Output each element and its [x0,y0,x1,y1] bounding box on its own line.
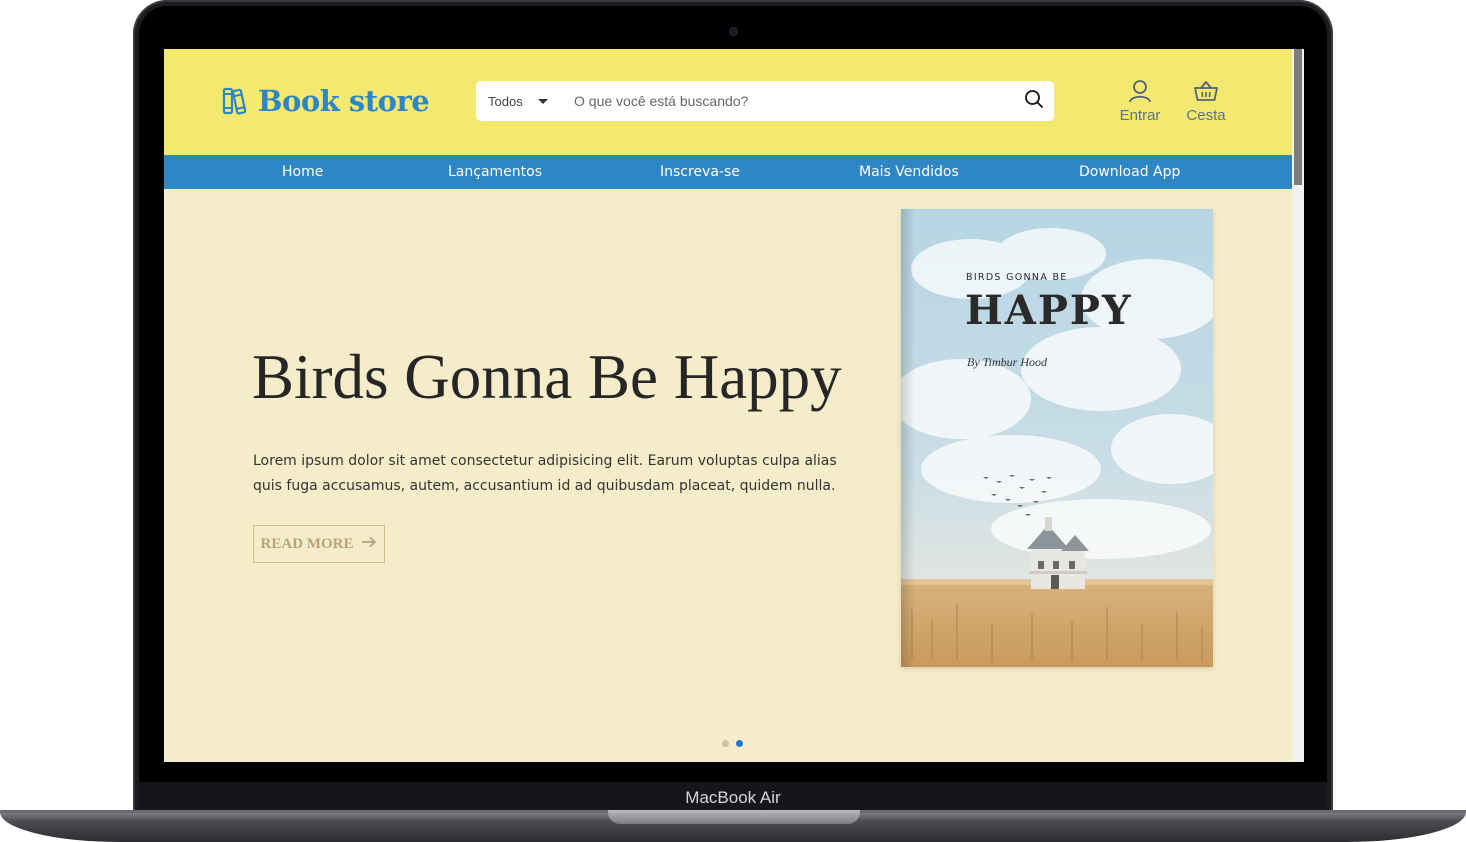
read-more-label: READ MORE [260,535,354,552]
nav-item-download-app[interactable]: Download App [1079,155,1180,189]
site-header: Book store Todos O que você está buscand… [164,49,1292,155]
laptop-notch [608,810,860,824]
hero-description: Lorem ipsum dolor sit amet consectetur a… [253,453,837,494]
caret-down-icon [537,98,548,104]
account-label: Entrar [1119,107,1161,124]
carousel-pagination [722,740,743,747]
book-cover-author: By Timbur Hood [967,355,1048,369]
hero-title: Birds Gonna Be Happy [252,342,842,412]
cart-label: Cesta [1186,107,1226,124]
user-icon [1110,79,1170,103]
basket-icon [1176,79,1236,103]
book-cover-image[interactable]: BIRDS GONNA BE HAPPY By Timbur Hood [901,209,1213,667]
cart-button[interactable]: Cesta [1176,79,1236,124]
logo-text: Book store [258,84,430,118]
arrow-right-icon [361,536,377,553]
browser-viewport: Book store Todos O que você está buscand… [164,49,1304,762]
search-button[interactable] [1014,81,1054,121]
camera-icon [730,28,737,35]
books-icon [222,86,250,116]
nav-item-inscreva-se[interactable]: Inscreva-se [660,155,740,189]
search-category-select[interactable]: Todos [476,81,566,121]
main-nav: Home Lançamentos Inscreva-se Mais Vendid… [164,155,1292,189]
nav-item-mais-vendidos[interactable]: Mais Vendidos [859,155,959,189]
account-button[interactable]: Entrar [1110,79,1170,124]
read-more-button[interactable]: READ MORE [253,525,385,563]
search-input[interactable] [566,82,1014,120]
search-bar: Todos [476,81,1054,121]
scrollbar-thumb[interactable] [1294,49,1302,185]
book-cover-subtitle: BIRDS GONNA BE [966,272,1068,283]
search-icon [1024,89,1044,113]
nav-item-home[interactable]: Home [282,155,323,189]
carousel-dot[interactable] [722,740,729,747]
carousel-dot-active[interactable] [736,740,743,747]
search-category-label: Todos [488,93,523,109]
nav-item-lancamentos[interactable]: Lançamentos [448,155,542,189]
book-cover-title: HAPPY [965,287,1133,334]
scrollbar[interactable] [1292,49,1304,762]
device-label: MacBook Air [685,788,781,807]
site-logo[interactable]: Book store [222,83,430,119]
